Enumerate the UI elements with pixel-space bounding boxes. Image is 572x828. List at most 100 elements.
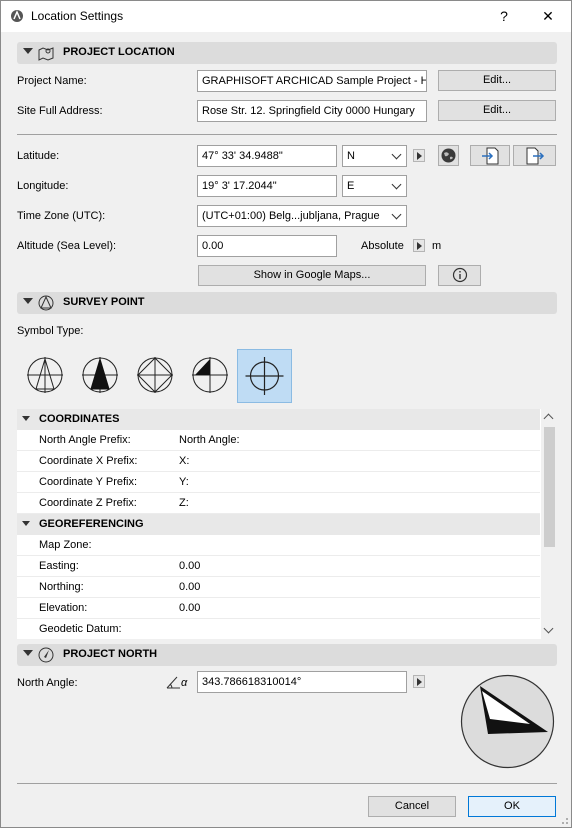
collapse-triangle-icon (23, 650, 33, 656)
survey-point-title: SURVEY POINT (63, 296, 145, 308)
property-key: North Angle Prefix: (39, 434, 131, 446)
symbol-type-label: Symbol Type: (17, 325, 84, 337)
survey-symbol-2-icon (82, 357, 118, 393)
info-icon (452, 267, 467, 283)
archicad-app-icon (11, 10, 23, 22)
coordinates-group-header[interactable]: COORDINATES (17, 409, 540, 430)
project-location-header[interactable]: PROJECT LOCATION (17, 42, 557, 64)
table-row[interactable]: Coordinate Z Prefix: Z: (17, 493, 540, 514)
property-value[interactable]: X: (179, 455, 189, 467)
show-in-google-maps-button[interactable]: Show in Google Maps... (198, 265, 426, 286)
altitude-label: Altitude (Sea Level): (17, 240, 117, 252)
longitude-field[interactable]: 19° 3' 17.2044" (197, 175, 337, 197)
project-name-label: Project Name: (17, 75, 87, 87)
latitude-field[interactable]: 47° 33' 34.9488" (197, 145, 337, 167)
angle-icon (166, 676, 180, 689)
table-row[interactable]: Northing: 0.00 (17, 577, 540, 598)
survey-symbol-2-button[interactable] (74, 349, 126, 401)
table-row[interactable]: North Angle Prefix: North Angle: (17, 430, 540, 451)
property-key: Map Zone: (39, 539, 92, 551)
separator (17, 134, 557, 135)
property-value[interactable]: 0.00 (179, 602, 200, 614)
altitude-field[interactable]: 0.00 (197, 235, 337, 257)
scroll-up-icon[interactable] (543, 413, 554, 424)
longitude-label: Longitude: (17, 180, 69, 192)
project-north-title: PROJECT NORTH (63, 648, 158, 660)
survey-point-header[interactable]: SURVEY POINT (17, 292, 557, 314)
dialog-title: Location Settings (31, 9, 124, 23)
cancel-button[interactable]: Cancel (368, 796, 456, 817)
property-key: Coordinate X Prefix: (39, 455, 138, 467)
survey-symbol-3-icon (137, 357, 173, 393)
survey-symbol-5-button[interactable] (237, 349, 292, 403)
north-angle-field[interactable]: 343.786618310014° (197, 671, 407, 693)
latitude-label: Latitude: (17, 150, 60, 162)
property-value[interactable]: Z: (179, 497, 189, 509)
table-row[interactable]: Map Zone: (17, 535, 540, 556)
property-value[interactable]: North Angle: (179, 434, 240, 446)
georeferencing-group-header[interactable]: GEOREFERENCING (17, 514, 540, 535)
site-address-label: Site Full Address: (17, 105, 103, 117)
altitude-reference-label: Absolute (361, 240, 404, 252)
table-row[interactable]: Coordinate Y Prefix: Y: (17, 472, 540, 493)
project-name-field[interactable]: GRAPHISOFT ARCHICAD Sample Project - Hi (197, 70, 427, 92)
property-value[interactable]: 0.00 (179, 560, 200, 572)
latitude-hemisphere-select[interactable]: N (342, 145, 407, 167)
close-button[interactable]: ✕ (535, 5, 561, 27)
longitude-hemisphere-value: E (347, 180, 355, 192)
georeferencing-group-title: GEOREFERENCING (39, 518, 144, 530)
resize-grip-icon[interactable] (559, 815, 569, 825)
edit-project-name-button[interactable]: Edit... (438, 70, 556, 91)
export-location-button[interactable] (513, 145, 556, 166)
property-key: Coordinate Y Prefix: (39, 476, 138, 488)
table-row[interactable]: Elevation: 0.00 (17, 598, 540, 619)
help-button[interactable]: ? (491, 5, 517, 27)
timezone-select[interactable]: (UTC+01:00) Belg...jubljana, Prague (197, 205, 407, 227)
map-pin-icon (38, 47, 54, 61)
chevron-down-icon (391, 209, 402, 220)
properties-scrollbar[interactable] (541, 409, 557, 639)
survey-symbol-3-button[interactable] (129, 349, 181, 401)
import-file-icon (482, 147, 499, 165)
coordinates-group-title: COORDINATES (39, 413, 120, 425)
survey-point-icon (38, 295, 54, 311)
survey-symbol-1-icon (27, 357, 63, 393)
edit-site-address-button[interactable]: Edit... (438, 100, 556, 121)
project-north-header[interactable]: PROJECT NORTH (17, 644, 557, 666)
collapse-triangle-icon (23, 48, 33, 54)
chevron-down-icon (391, 179, 402, 190)
altitude-unit-label: m (432, 240, 442, 252)
info-button[interactable] (438, 265, 481, 286)
north-direction-dial[interactable] (460, 674, 555, 769)
timezone-value: (UTC+01:00) Belg...jubljana, Prague (202, 210, 380, 222)
property-key: Elevation: (39, 602, 88, 614)
table-row[interactable]: Geodetic Datum: (17, 619, 540, 639)
property-value[interactable]: 0.00 (179, 581, 200, 593)
collapse-triangle-icon (23, 298, 33, 304)
table-row[interactable]: Easting: 0.00 (17, 556, 540, 577)
survey-properties-table: COORDINATES North Angle Prefix: North An… (17, 409, 557, 639)
survey-symbol-1-button[interactable] (19, 349, 71, 401)
scroll-down-icon[interactable] (543, 623, 554, 634)
scroll-thumb[interactable] (544, 427, 555, 547)
ok-button[interactable]: OK (468, 796, 556, 817)
latitude-arrow-button[interactable] (413, 149, 425, 162)
timezone-label: Time Zone (UTC): (17, 210, 106, 222)
altitude-reference-arrow-button[interactable] (413, 239, 425, 252)
property-key: Coordinate Z Prefix: (39, 497, 137, 509)
north-angle-arrow-button[interactable] (413, 675, 425, 688)
survey-symbol-5-icon (245, 357, 284, 395)
globe-button[interactable] (438, 145, 459, 166)
site-address-field[interactable]: Rose Str. 12. Springfield City 0000 Hung… (197, 100, 427, 122)
footer-separator (17, 783, 557, 784)
longitude-hemisphere-select[interactable]: E (342, 175, 407, 197)
survey-symbol-4-icon (192, 357, 228, 393)
angle-alpha-symbol: α (181, 677, 188, 689)
import-location-button[interactable] (470, 145, 510, 166)
chevron-down-icon (391, 149, 402, 160)
property-value[interactable]: Y: (179, 476, 189, 488)
title-bar: Location Settings ? ✕ (1, 1, 571, 32)
collapse-triangle-icon (22, 521, 30, 526)
table-row[interactable]: Coordinate X Prefix: X: (17, 451, 540, 472)
survey-symbol-4-button[interactable] (184, 349, 236, 401)
